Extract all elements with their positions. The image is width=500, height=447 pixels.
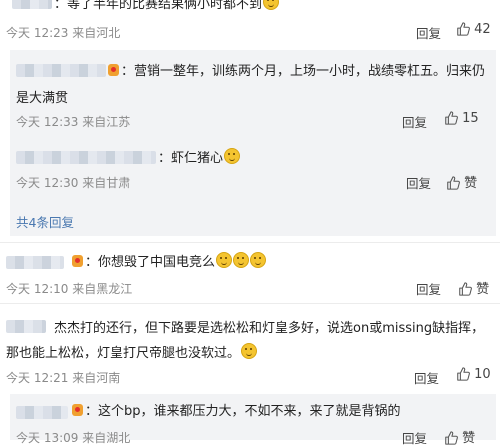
thumbs-up-icon <box>457 367 470 381</box>
username-redacted[interactable] <box>6 256 64 269</box>
comment-meta: 今天 12:21 来自河南 <box>6 371 121 385</box>
reply-button[interactable]: 回复 <box>416 23 441 42</box>
smiley-emoji-icon <box>263 0 280 10</box>
reply-text: ：虾仁猪心 <box>158 148 241 168</box>
reply-text: ：这个bp，谁来都压力大，不如不来，来了就是背锅的 <box>70 402 401 421</box>
smiley-emoji-icon <box>224 148 241 164</box>
like-count: 赞 <box>462 431 476 446</box>
like-count: 10 <box>474 367 491 382</box>
fan-badge-icon <box>72 255 83 267</box>
smiley-emoji-icon <box>216 252 233 268</box>
reply-button[interactable]: 回复 <box>416 279 441 298</box>
comment-meta: 今天 12:23 来自河北 <box>6 26 121 40</box>
fan-badge-icon <box>72 404 83 416</box>
thumbs-up-icon <box>457 22 470 36</box>
reply-meta: 今天 12:30 来自甘肃 <box>16 176 131 190</box>
thumbs-up-icon <box>459 282 472 296</box>
smiley-emoji-icon <box>241 343 258 359</box>
divider <box>0 242 500 243</box>
username-redacted[interactable] <box>16 406 68 419</box>
like-button[interactable]: 赞 <box>444 427 475 446</box>
like-button[interactable]: 赞 <box>458 278 489 297</box>
like-count: 赞 <box>476 282 490 297</box>
reply-meta: 今天 12:33 来自江苏 <box>16 115 131 129</box>
reply-button[interactable]: 回复 <box>406 173 431 192</box>
like-count: 赞 <box>464 176 478 191</box>
reply-button[interactable]: 回复 <box>402 112 427 131</box>
fan-badge-icon <box>108 64 119 76</box>
comment-text: ：你想毁了中国电竞么 <box>70 252 267 272</box>
comment-text: 杰杰打的还行，但下路要是选松松和灯皇多好，说选on或missing缺指挥，那也能… <box>6 321 485 361</box>
comment-text: ：等了半年的比赛结果俩小时都不到 <box>54 0 280 14</box>
reply-button[interactable]: 回复 <box>414 368 439 387</box>
like-button[interactable]: 10 <box>456 367 491 382</box>
username-redacted[interactable] <box>12 0 52 9</box>
comment-meta: 今天 12:10 来自黑龙江 <box>6 282 133 296</box>
expand-replies-link[interactable]: 共4条回复 <box>16 212 74 231</box>
like-button[interactable]: 赞 <box>446 172 477 191</box>
smiley-emoji-icon <box>233 252 250 268</box>
reply-button[interactable]: 回复 <box>402 428 427 447</box>
reply-meta: 今天 13:09 来自湖北 <box>16 431 131 445</box>
thumbs-up-icon <box>447 176 460 190</box>
like-count: 42 <box>474 22 491 37</box>
reply-text: ：营销一整年，训练两个月，上场一小时，战绩零杠五。归来仍是大满贯 <box>16 64 486 106</box>
username-redacted[interactable] <box>16 151 156 164</box>
smiley-emoji-icon <box>250 252 267 268</box>
like-button[interactable]: 42 <box>456 22 491 37</box>
thumbs-up-icon <box>445 431 458 445</box>
like-button[interactable]: 15 <box>444 111 479 126</box>
divider <box>0 303 500 304</box>
like-count: 15 <box>462 111 479 126</box>
thumbs-up-icon <box>445 111 458 125</box>
